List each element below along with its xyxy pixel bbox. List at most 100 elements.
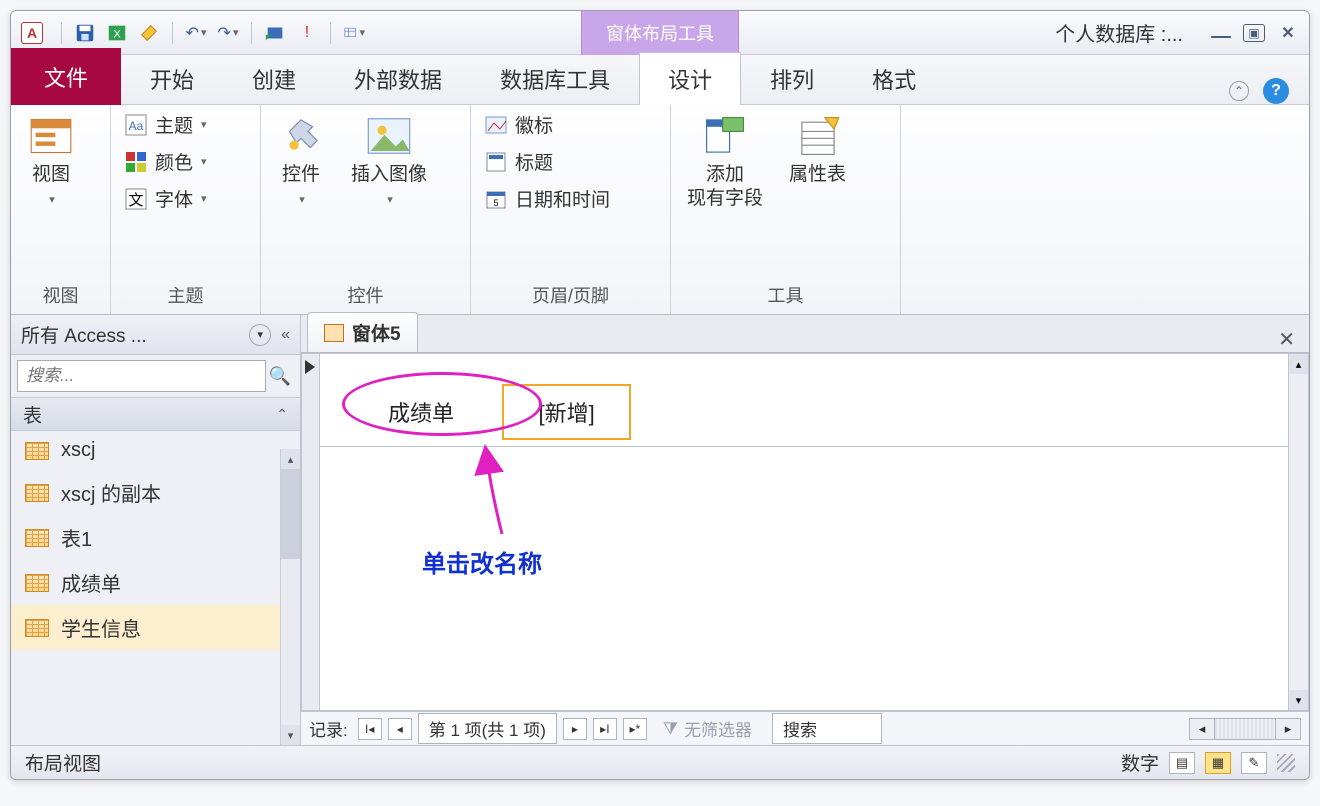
ribbon-group-controls: 控件▾ 插入图像▾ 控件 — [261, 105, 471, 314]
layout-view-button[interactable]: ▦ — [1205, 752, 1231, 774]
navpane-dropdown-icon[interactable]: ▾ — [249, 324, 271, 346]
table-dropdown-icon[interactable]: ▾ — [343, 22, 365, 44]
maximize-button[interactable]: ▣ — [1243, 24, 1265, 42]
title-button[interactable]: 标题 — [483, 148, 610, 175]
ribbon-collapse-icon[interactable]: ⌃ — [1229, 81, 1249, 101]
navpane-header[interactable]: 所有 Access ... ▾ « — [11, 315, 300, 355]
canvas-vscrollbar[interactable]: ▴ ▾ — [1288, 354, 1308, 710]
scroll-thumb[interactable] — [281, 469, 300, 559]
group-label-tools: 工具 — [683, 276, 888, 314]
datetime-button[interactable]: 5 日期和时间 — [483, 185, 610, 212]
next-record-button[interactable]: ▸ — [563, 718, 587, 740]
navigation-pane: 所有 Access ... ▾ « 🔍 表 ⌃ xscj xscj 的副本 表1… — [11, 315, 301, 745]
current-record-icon — [305, 360, 315, 374]
group-label-headerfooter: 页眉/页脚 — [483, 276, 658, 314]
help-icon[interactable]: ? — [1263, 78, 1289, 104]
controls-icon — [277, 115, 325, 157]
tab-format[interactable]: 格式 — [843, 52, 945, 105]
view-button[interactable]: 视图 ▾ — [23, 111, 79, 210]
scroll-down-icon[interactable]: ▾ — [1289, 690, 1308, 710]
new-record-button[interactable]: ▸* — [623, 718, 647, 740]
window-controls: ▣ ✕ — [1211, 24, 1299, 42]
undo-icon[interactable]: ↶▾ — [185, 22, 207, 44]
ribbon-group-view: 视图 ▾ 视图 — [11, 105, 111, 314]
document-tab[interactable]: 窗体5 — [307, 312, 418, 352]
font-label: 字体 — [155, 185, 193, 212]
navpane-group-tables[interactable]: 表 ⌃ — [11, 397, 300, 431]
table-icon — [25, 574, 49, 592]
controls-button[interactable]: 控件▾ — [273, 111, 329, 210]
form-view-button[interactable]: ▤ — [1169, 752, 1195, 774]
collapse-group-icon[interactable]: ⌃ — [276, 406, 288, 423]
scroll-left-icon[interactable]: ◂ — [1189, 718, 1215, 740]
table-icon — [25, 442, 49, 460]
tab-home[interactable]: 开始 — [121, 52, 223, 105]
tab-arrange[interactable]: 排列 — [741, 52, 843, 105]
table-item-label: xscj — [61, 439, 95, 462]
tab-create[interactable]: 创建 — [223, 52, 325, 105]
tab-page-1[interactable]: 成绩单 — [352, 384, 490, 440]
navpane-collapse-icon[interactable]: « — [281, 326, 290, 344]
title-label: 标题 — [515, 148, 553, 175]
horizontal-scrollbar[interactable]: ◂ ▸ — [1189, 718, 1301, 740]
color-button[interactable]: 颜色▾ — [123, 148, 207, 175]
redo-icon[interactable]: ↷▾ — [217, 22, 239, 44]
tab-database-tools[interactable]: 数据库工具 — [471, 52, 639, 105]
last-record-button[interactable]: ▸I — [593, 718, 617, 740]
group-label-view: 视图 — [23, 276, 98, 314]
font-button[interactable]: 文字体▾ — [123, 185, 207, 212]
prev-record-button[interactable]: ◂ — [388, 718, 412, 740]
excel-export-icon[interactable]: X — [106, 22, 128, 44]
search-icon[interactable]: 🔍 — [266, 362, 294, 390]
close-button[interactable]: ✕ — [1277, 24, 1299, 42]
logo-button[interactable]: 徽标 — [483, 111, 610, 138]
title-bar: A X ↶▾ ↷▾ ! ▾ 窗体布局工具 个人数据库 :... ▣ ✕ — [11, 11, 1309, 55]
insert-image-button[interactable]: 插入图像▾ — [347, 111, 431, 210]
quick-access-toolbar: X ↶▾ ↷▾ ! ▾ — [59, 22, 365, 44]
add-fields-button[interactable]: 添加现有字段 — [683, 111, 767, 215]
add-fields-label: 添加现有字段 — [687, 163, 763, 211]
table-item[interactable]: 学生信息 — [11, 605, 300, 650]
scroll-right-icon[interactable]: ▸ — [1275, 718, 1301, 740]
record-position[interactable]: 第 1 项(共 1 项) — [418, 713, 557, 744]
form-icon — [324, 324, 344, 342]
tab-design[interactable]: 设计 — [639, 52, 741, 105]
property-sheet-button[interactable]: 属性表 — [785, 111, 850, 191]
design-view-button[interactable]: ✎ — [1241, 752, 1267, 774]
table-item[interactable]: xscj 的副本 — [11, 470, 300, 515]
sync-icon[interactable] — [264, 22, 286, 44]
table-item[interactable]: 成绩单 — [11, 560, 300, 605]
tab-external-data[interactable]: 外部数据 — [325, 52, 471, 105]
scroll-up-icon[interactable]: ▴ — [281, 449, 300, 469]
tab-page-new[interactable]: [新增] — [502, 384, 630, 440]
format-painter-icon[interactable] — [138, 22, 160, 44]
scroll-track[interactable] — [1215, 718, 1275, 740]
datetime-label: 日期和时间 — [515, 185, 610, 212]
record-selector[interactable] — [302, 354, 320, 710]
minimize-button[interactable] — [1211, 36, 1231, 38]
svg-text:5: 5 — [493, 198, 498, 208]
navpane-scrollbar[interactable]: ▴ ▾ — [280, 449, 300, 745]
title-icon — [483, 150, 509, 174]
record-search-input[interactable]: 搜索 — [772, 713, 882, 744]
resize-grip-icon[interactable] — [1277, 754, 1295, 772]
svg-text:文: 文 — [128, 192, 143, 209]
form-canvas[interactable]: 成绩单 [新增] 单击改名称 ▴ ▾ — [301, 353, 1309, 711]
tab-file[interactable]: 文件 — [11, 48, 121, 105]
document-tabs: 窗体5 ✕ — [301, 315, 1309, 353]
table-item[interactable]: xscj — [11, 431, 300, 470]
first-record-button[interactable]: I◂ — [358, 718, 382, 740]
form-area: 窗体5 ✕ 成绩单 [新增] 单击改名称 ▴ ▾ — [301, 315, 1309, 745]
view-button-label: 视图 — [32, 163, 70, 187]
filter-status[interactable]: ⧩无筛选器 — [663, 716, 752, 741]
table-item[interactable]: 表1 — [11, 515, 300, 560]
search-input[interactable] — [17, 360, 266, 392]
close-document-icon[interactable]: ✕ — [1278, 327, 1295, 352]
scroll-down-icon[interactable]: ▾ — [281, 725, 300, 745]
filter-label: 无筛选器 — [684, 716, 752, 741]
scroll-up-icon[interactable]: ▴ — [1289, 354, 1308, 374]
alert-icon[interactable]: ! — [296, 22, 318, 44]
save-icon[interactable] — [74, 22, 96, 44]
theme-button[interactable]: Aa主题▾ — [123, 111, 207, 138]
document-tab-label: 窗体5 — [352, 319, 401, 346]
